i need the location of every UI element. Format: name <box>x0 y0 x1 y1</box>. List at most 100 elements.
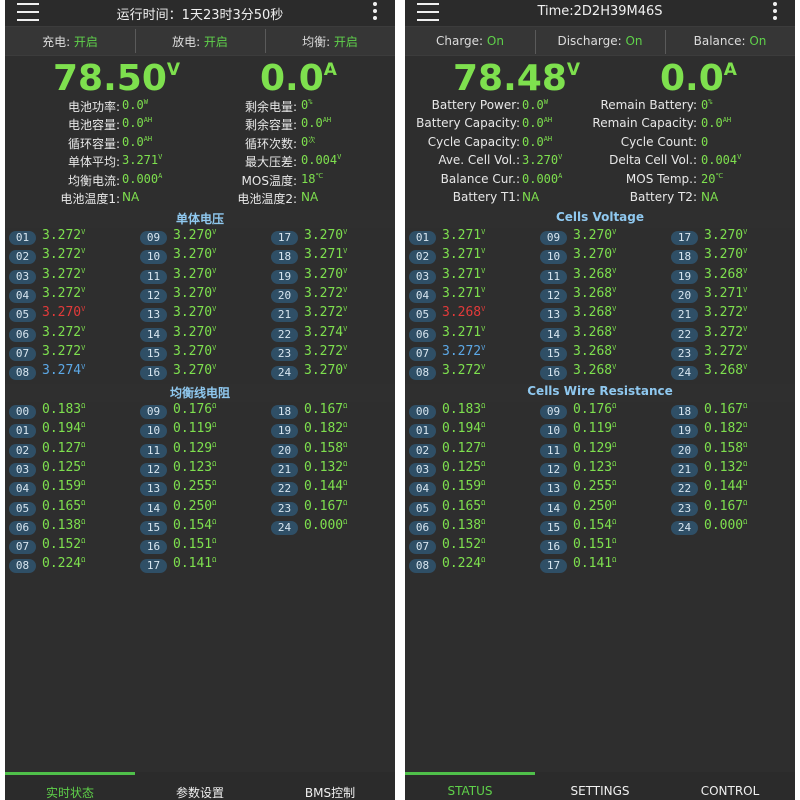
cell-index-badge: 02 <box>409 250 436 265</box>
cell-voltage-item: 11 3.268V <box>536 267 661 286</box>
cell-index-badge: 20 <box>271 288 298 303</box>
info-label: 循环次数: <box>244 136 297 151</box>
wire-index-badge: 08 <box>9 559 36 574</box>
wire-index-badge: 20 <box>271 443 298 458</box>
info-row: 均衡电流: 0.000A MOS温度: 18℃ <box>5 172 395 190</box>
info-value: 0.0AH <box>522 134 553 149</box>
wire-index-badge: 14 <box>540 501 567 516</box>
wire-index-badge: 16 <box>540 540 567 555</box>
wire-resistance-item: 20 0.158Ω <box>267 441 392 460</box>
cell-index-badge: 10 <box>540 250 567 265</box>
wire-index-badge: 06 <box>9 520 36 535</box>
wire-index-badge: 11 <box>140 443 167 458</box>
cell-index-badge: 08 <box>9 366 36 381</box>
wire-resistance-value: 0.182Ω <box>304 421 348 437</box>
wire-resistance-item: 07 0.152Ω <box>5 537 130 556</box>
wire-resistance-value: 0.151Ω <box>173 537 217 553</box>
tab-settings[interactable]: SETTINGS <box>535 784 665 798</box>
cell-voltage-item: 16 3.270V <box>136 363 261 382</box>
wire-resistance-value: 0.119Ω <box>173 421 217 437</box>
tab-control[interactable]: BMS控制 <box>265 784 395 800</box>
wire-index-badge: 04 <box>9 482 36 497</box>
app-bar: Time:2D2H39M46S <box>405 0 795 26</box>
cell-voltage-value: 3.270V <box>42 305 86 321</box>
cell-voltage-value: 3.268V <box>704 266 748 282</box>
cell-voltage-item: 04 3.272V <box>5 286 130 305</box>
cell-index-badge: 06 <box>409 327 436 342</box>
cell-index-badge: 03 <box>409 269 436 284</box>
total-current: 0.0A <box>260 58 337 99</box>
info-label: Battery T1: <box>452 190 520 204</box>
switch-status-2[interactable]: 均衡: 开启 <box>265 28 395 53</box>
cell-voltage-value: 3.272V <box>42 247 86 263</box>
info-label: 最大压差: <box>244 155 297 170</box>
wire-index-badge: 02 <box>409 443 436 458</box>
wire-resistance-item: 03 0.125Ω <box>5 460 130 479</box>
cell-index-badge: 20 <box>671 288 698 303</box>
wire-index-badge: 18 <box>671 405 698 419</box>
info-value: NA <box>122 190 140 204</box>
wire-resistance-value: 0.250Ω <box>173 498 217 514</box>
wire-index-badge: 00 <box>409 405 436 419</box>
wire-resistance-value: 0.151Ω <box>573 537 617 553</box>
cell-voltage-value: 3.272V <box>42 266 86 282</box>
wire-index-badge: 21 <box>671 462 698 477</box>
wire-index-badge: 21 <box>271 462 298 477</box>
cell-voltage-item: 10 3.270V <box>536 247 661 266</box>
info-row: Ave. Cell Vol.: 3.270V Delta Cell Vol.: 0.0… <box>405 153 795 171</box>
cell-voltage-value: 3.271V <box>442 285 486 301</box>
tab-status[interactable]: STATUS <box>405 784 535 798</box>
info-value: 0次 <box>301 134 316 149</box>
wire-resistance-item: 00 0.183Ω <box>5 402 130 421</box>
active-tab-indicator <box>5 772 135 775</box>
tab-control[interactable]: CONTROL <box>665 784 795 798</box>
wire-index-badge: 17 <box>140 559 167 574</box>
cell-index-badge: 07 <box>9 346 36 361</box>
cells-voltage-grid: 01 3.271V 02 3.271V 03 3.271V 04 3.271V … <box>405 228 795 384</box>
cell-voltage-item: 08 3.272V <box>405 363 530 382</box>
cell-voltage-item: 12 3.270V <box>136 286 261 305</box>
info-value: NA <box>301 190 319 204</box>
active-tab-indicator <box>405 772 535 775</box>
wire-resistance-item: 22 0.144Ω <box>267 479 392 498</box>
switch-status-0[interactable]: 充电: 开启 <box>5 33 135 50</box>
cell-voltage-item: 15 3.270V <box>136 344 261 363</box>
info-label: Battery Capacity: <box>416 116 520 131</box>
wire-resistance-item: 17 0.141Ω <box>136 556 261 575</box>
tab-settings[interactable]: 参数设置 <box>135 784 265 800</box>
wire-index-badge: 22 <box>271 482 298 497</box>
cell-index-badge: 09 <box>140 231 167 245</box>
wire-index-badge: 12 <box>540 462 567 477</box>
cell-voltage-item: 22 3.272V <box>667 325 792 344</box>
cell-index-badge: 23 <box>671 346 698 361</box>
cell-voltage-item: 20 3.272V <box>267 286 392 305</box>
switch-status-2[interactable]: Balance: On <box>665 30 795 54</box>
more-vert-icon[interactable] <box>373 2 379 24</box>
wire-resistance-item: 18 0.167Ω <box>267 402 392 421</box>
wire-resistance-value: 0.138Ω <box>442 517 486 533</box>
switch-status-1[interactable]: Discharge: On <box>535 30 665 54</box>
switch-status-0[interactable]: Charge: On <box>405 34 535 48</box>
wire-index-badge: 17 <box>540 559 567 574</box>
cell-voltage-item: 12 3.268V <box>536 286 661 305</box>
wire-resistance-value: 0.000Ω <box>704 517 748 533</box>
cell-voltage-item: 01 3.272V <box>5 228 130 247</box>
cell-index-badge: 08 <box>409 366 436 381</box>
cell-voltage-value: 3.272V <box>42 228 86 243</box>
wire-resistance-value: 0.152Ω <box>442 537 486 553</box>
wire-resistance-item: 10 0.119Ω <box>136 421 261 440</box>
cell-index-badge: 07 <box>409 346 436 361</box>
wire-resistance-value: 0.158Ω <box>704 440 748 456</box>
wire-index-badge: 09 <box>140 405 167 419</box>
wire-resistance-value: 0.224Ω <box>42 556 86 572</box>
cell-voltage-item: 07 3.272V <box>5 344 130 363</box>
wire-resistance-item: 09 0.176Ω <box>136 402 261 421</box>
cell-voltage-value: 3.274V <box>42 363 86 379</box>
cell-voltage-item: 09 3.270V <box>136 228 261 247</box>
cell-index-badge: 24 <box>671 366 698 381</box>
wire-resistance-item: 03 0.125Ω <box>405 460 530 479</box>
tab-status[interactable]: 实时状态 <box>5 784 135 800</box>
info-row: 单体平均: 3.271V 最大压差: 0.004V <box>5 153 395 171</box>
more-vert-icon[interactable] <box>773 2 779 24</box>
switch-status-1[interactable]: 放电: 开启 <box>135 28 265 53</box>
